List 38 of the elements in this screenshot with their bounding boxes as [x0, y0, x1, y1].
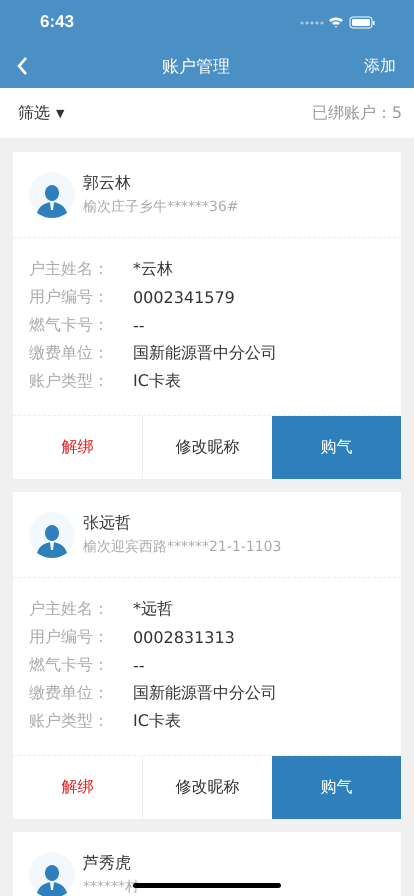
field-value: 国新能源晋中分公司 — [133, 682, 277, 704]
field-label: 用户编号： — [29, 286, 110, 308]
field-value: 国新能源晋中分公司 — [133, 342, 277, 364]
buy-gas-button[interactable]: 购气 — [272, 416, 401, 479]
field-label: 燃气卡号： — [29, 654, 110, 676]
page-title: 账户管理 — [162, 56, 230, 78]
account-name: 郭云林 — [83, 173, 132, 194]
account-name: 芦秀虎 — [83, 853, 132, 874]
field-label: 用户编号： — [29, 626, 110, 648]
signal-icon — [300, 22, 324, 24]
field-value: -- — [133, 656, 145, 674]
field-value: *云林 — [133, 258, 173, 280]
filter-button[interactable]: 筛选 ▼ — [18, 102, 64, 124]
field-value: 0002831313 — [133, 628, 235, 646]
field-label: 缴费单位： — [29, 342, 110, 364]
field-value: *远哲 — [133, 598, 173, 620]
wifi-icon — [329, 18, 343, 28]
account-name: 张远哲 — [83, 513, 132, 534]
add-button[interactable]: 添加 — [364, 56, 396, 76]
status-time: 6:43 — [40, 12, 74, 32]
avatar-icon — [29, 512, 75, 558]
field-value: 0002341579 — [133, 288, 235, 306]
field-label: 账户类型： — [29, 370, 110, 392]
field-label: 户主姓名： — [29, 598, 110, 620]
field-label: 缴费单位： — [29, 682, 110, 704]
field-label: 账户类型： — [29, 710, 110, 732]
field-label: 户主姓名： — [29, 258, 110, 280]
account-count: 已绑账户：5 — [312, 102, 402, 124]
field-value: IC卡表 — [133, 370, 181, 392]
avatar-icon — [29, 172, 75, 218]
back-button[interactable] — [16, 56, 28, 76]
account-address: 榆次庄子乡牛******36# — [83, 198, 239, 216]
account-address: 榆次迎宾西路******21-1-1103 — [83, 538, 282, 556]
field-value: -- — [133, 316, 145, 334]
battery-icon — [350, 16, 374, 28]
field-label: 燃气卡号： — [29, 314, 110, 336]
buy-gas-button[interactable]: 购气 — [272, 756, 401, 819]
field-value: IC卡表 — [133, 710, 181, 732]
